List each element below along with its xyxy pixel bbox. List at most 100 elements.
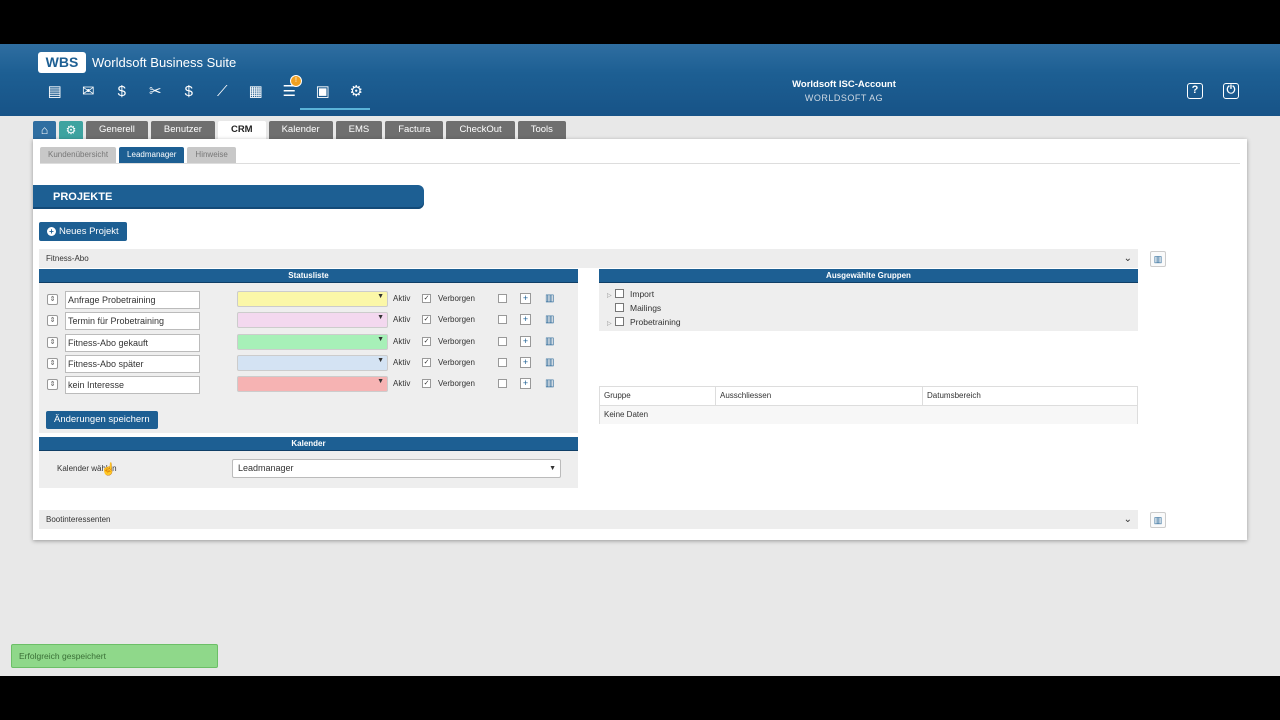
tab-ems[interactable]: EMS	[335, 121, 383, 139]
group-item-probetraining[interactable]: ▷ Probetraining	[607, 316, 681, 328]
accordion-bootinteressenten[interactable]: Bootinteressenten ⌄	[39, 510, 1138, 529]
subtab-hinweise[interactable]: Hinweise	[187, 147, 236, 163]
print-icon[interactable]: ▣	[306, 81, 340, 103]
add-row-icon[interactable]: +	[520, 357, 531, 368]
status-name-input[interactable]: Termin für Probetraining	[65, 312, 200, 330]
mouse-cursor-icon: ☝	[101, 462, 116, 476]
calendar-icon[interactable]: ▦	[239, 81, 273, 103]
aktiv-label: Aktiv	[393, 358, 411, 367]
tab-generell[interactable]: Generell	[86, 121, 148, 139]
expand-icon[interactable]: ▷	[607, 290, 615, 302]
trash-icon[interactable]: ▥	[545, 357, 555, 368]
expand-icon[interactable]: ▷	[607, 318, 615, 330]
trash-icon[interactable]: ▥	[545, 293, 555, 304]
dropdown-arrow-icon: ▼	[377, 357, 384, 364]
gear-icon[interactable]: ⚙	[59, 121, 83, 139]
verborgen-label: Verborgen	[438, 315, 475, 324]
trash-icon[interactable]: ▥	[545, 314, 555, 325]
kalender-select[interactable]: Leadmanager ▼	[232, 459, 561, 478]
notes-icon[interactable]: ☰!	[273, 75, 307, 103]
add-row-icon[interactable]: +	[520, 293, 531, 304]
tab-crm[interactable]: CRM	[217, 121, 266, 139]
add-row-icon[interactable]: +	[520, 336, 531, 347]
group-item-mailings[interactable]: Mailings	[607, 302, 661, 314]
new-project-button[interactable]: + Neues Projekt	[39, 222, 127, 241]
verborgen-checkbox[interactable]	[498, 294, 507, 303]
settings-icon[interactable]: ⚙	[340, 81, 374, 103]
subtab-kundenuebersicht[interactable]: Kundenübersicht	[40, 147, 117, 163]
kalender-box: Kalender Kalender wählen Leadmanager ▼	[39, 437, 578, 488]
drag-handle-icon[interactable]: ⇕	[47, 337, 58, 348]
status-name-input[interactable]: Anfrage Probetraining	[65, 291, 200, 309]
aktiv-label: Aktiv	[393, 294, 411, 303]
sales-icon[interactable]: $	[105, 81, 139, 103]
tab-tools[interactable]: Tools	[517, 121, 566, 139]
section-title: PROJEKTE	[33, 185, 424, 209]
aktiv-checkbox[interactable]: ✓	[422, 379, 431, 388]
drag-handle-icon[interactable]: ⇕	[47, 315, 58, 326]
success-toast: Erfolgreich gespeichert	[11, 644, 218, 668]
empty-row: Keine Daten	[600, 405, 1137, 424]
tab-checkout[interactable]: CheckOut	[446, 121, 515, 139]
tab-factura[interactable]: Factura	[385, 121, 444, 139]
stats-icon[interactable]: ⟋	[206, 81, 240, 103]
column-header: Ausschliessen	[716, 387, 923, 405]
status-name-input[interactable]: Fitness-Abo gekauft	[65, 334, 200, 352]
help-icon[interactable]: ?	[1187, 83, 1203, 99]
delete-project-icon[interactable]: ▥	[1150, 251, 1166, 267]
verborgen-checkbox[interactable]	[498, 337, 507, 346]
mail-icon[interactable]: ✉	[72, 81, 106, 103]
add-row-icon[interactable]: +	[520, 314, 531, 325]
aktiv-checkbox[interactable]: ✓	[422, 294, 431, 303]
tools-icon[interactable]: ✂	[139, 81, 173, 103]
status-name-input[interactable]: kein Interesse	[65, 376, 200, 394]
status-color-select[interactable]: ▼	[237, 376, 388, 392]
group-item-import[interactable]: ▷ Import	[607, 288, 654, 300]
dropdown-arrow-icon: ▼	[377, 336, 384, 343]
accordion-title: Fitness-Abo	[46, 254, 89, 263]
status-color-select[interactable]: ▼	[237, 291, 388, 307]
accordion-title: Bootinteressenten	[46, 515, 111, 524]
chevron-down-icon[interactable]: ⌄	[1124, 510, 1132, 529]
aktiv-checkbox[interactable]: ✓	[422, 358, 431, 367]
trash-icon[interactable]: ▥	[545, 378, 555, 389]
verborgen-checkbox[interactable]	[498, 379, 507, 388]
status-color-select[interactable]: ▼	[237, 312, 388, 328]
tab-benutzer[interactable]: Benutzer	[150, 121, 215, 139]
delete-project-icon[interactable]: ▥	[1150, 512, 1166, 528]
finance-icon[interactable]: $	[172, 81, 206, 103]
tab-kalender[interactable]: Kalender	[268, 121, 333, 139]
account-title: Worldsoft ISC-Account	[792, 79, 896, 90]
checkbox[interactable]	[615, 303, 624, 312]
new-project-label: Neues Projekt	[59, 226, 119, 237]
verborgen-checkbox[interactable]	[498, 358, 507, 367]
toolbar-active-indicator	[300, 108, 370, 110]
verborgen-label: Verborgen	[438, 379, 475, 388]
status-name-input[interactable]: Fitness-Abo später	[65, 355, 200, 373]
notification-badge: !	[290, 75, 302, 87]
trash-icon[interactable]: ▥	[545, 336, 555, 347]
power-icon[interactable]: ⏻	[1223, 83, 1239, 99]
subtab-leadmanager[interactable]: Leadmanager	[119, 147, 185, 163]
chevron-down-icon[interactable]: ⌄	[1124, 249, 1132, 268]
verborgen-checkbox[interactable]	[498, 315, 507, 324]
status-color-select[interactable]: ▼	[237, 355, 388, 371]
drag-handle-icon[interactable]: ⇕	[47, 379, 58, 390]
aktiv-checkbox[interactable]: ✓	[422, 315, 431, 324]
checkbox[interactable]	[615, 317, 624, 326]
group-label: Mailings	[630, 303, 662, 313]
verborgen-label: Verborgen	[438, 358, 475, 367]
checkbox[interactable]	[615, 289, 624, 298]
home-icon[interactable]: ⌂	[33, 121, 56, 139]
contacts-icon[interactable]: ▤	[38, 81, 72, 103]
status-color-select[interactable]: ▼	[237, 334, 388, 350]
status-row: ⇕ Termin für Probetraining ▼ Aktiv ✓ Verborge…	[39, 312, 578, 331]
accordion-fitness-abo[interactable]: Fitness-Abo ⌄	[39, 249, 1138, 268]
save-changes-button[interactable]: Änderungen speichern	[46, 411, 158, 429]
add-row-icon[interactable]: +	[520, 378, 531, 389]
gruppen-header: Ausgewählte Gruppen	[599, 269, 1138, 283]
group-label: Probetraining	[630, 317, 681, 327]
drag-handle-icon[interactable]: ⇕	[47, 294, 58, 305]
aktiv-checkbox[interactable]: ✓	[422, 337, 431, 346]
drag-handle-icon[interactable]: ⇕	[47, 358, 58, 369]
